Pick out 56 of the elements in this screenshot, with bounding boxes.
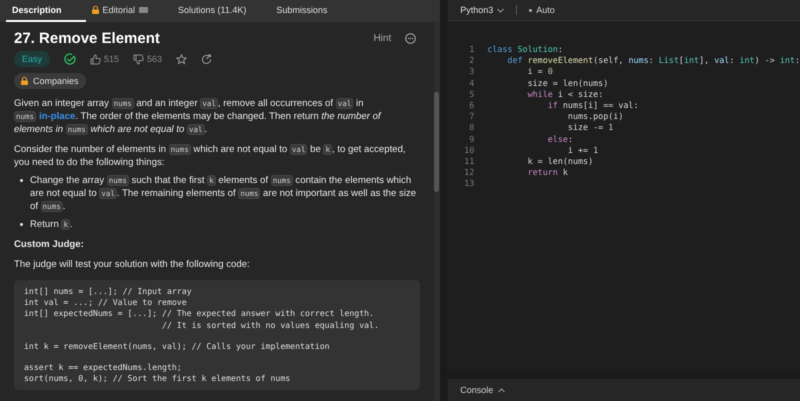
line-number: 4 xyxy=(468,78,476,89)
video-icon xyxy=(139,7,148,13)
code-line: while i < size: xyxy=(526,88,604,100)
console-toggle[interactable]: Console xyxy=(460,385,506,395)
code-line: i += 1 xyxy=(566,144,598,156)
star-icon[interactable] xyxy=(176,54,188,64)
code-line: i = 0 xyxy=(526,66,553,78)
code-line: size = len(nums) xyxy=(526,78,608,89)
tab[interactable]: Editorial xyxy=(86,0,172,22)
lock-icon xyxy=(21,77,28,85)
code-line: size -= 1 xyxy=(566,122,614,134)
tab[interactable]: Solutions (11.4K) xyxy=(172,0,270,22)
bullet-dot xyxy=(529,8,532,12)
thumbs-down-icon xyxy=(133,54,144,64)
line-number: 1 xyxy=(468,44,476,56)
chevron-down-icon xyxy=(497,8,504,12)
difficulty-badge: Easy xyxy=(14,51,50,67)
code-line: else: xyxy=(546,134,573,145)
companies-button[interactable]: Companies xyxy=(14,73,86,89)
bullet-dot xyxy=(20,223,23,226)
code-line: class Solution: xyxy=(487,44,563,56)
in-place-link[interactable]: in-place xyxy=(39,111,76,122)
line-number: 6 xyxy=(468,100,476,112)
line-number: 8 xyxy=(468,122,476,134)
line-number: 7 xyxy=(468,111,476,122)
thumbs-up-icon xyxy=(90,54,102,64)
scrollbar-thumb[interactable] xyxy=(434,92,440,192)
lock-icon xyxy=(92,6,99,14)
hint-button[interactable]: Hint xyxy=(373,32,392,44)
share-icon[interactable] xyxy=(201,54,212,64)
line-number: 11 xyxy=(463,156,476,168)
line-number: 9 xyxy=(468,134,476,145)
code-line: return k xyxy=(526,167,568,178)
code-line: if nums[i] == val: xyxy=(546,100,639,112)
description-paragraph: The judge will test your solution with the following code: xyxy=(14,258,251,271)
mode-label[interactable]: Auto xyxy=(536,5,555,15)
line-number: 2 xyxy=(468,55,476,66)
code-line: def removeElement(self, nums: List[int], val: int) -> int: xyxy=(506,55,800,66)
code-block: int[] nums = [...]; // Input array int val = ...; // Value to remove int[] expectedNums = [...]; // The expected answer with correct length. // It is sorted with no values equaling val. int k = removeElement(nums, val); // Calls your implementation assert k == expectedNums.length; sort(nums, 0, k); // Sort the first k elements of nums xyxy=(14,280,420,390)
more-icon[interactable] xyxy=(405,32,416,44)
line-number: 3 xyxy=(468,66,476,78)
code-line: nums.pop(i) xyxy=(566,111,624,122)
chevron-up-icon xyxy=(498,388,506,392)
dislike-button[interactable]: 563 xyxy=(133,54,162,64)
bullet-dot xyxy=(20,179,23,182)
tab[interactable]: Description xyxy=(6,0,86,22)
language-dropdown[interactable]: Python3 xyxy=(460,5,504,15)
line-number: 10 xyxy=(463,144,476,156)
line-number: 5 xyxy=(468,88,476,100)
line-number: 13 xyxy=(463,178,476,190)
tab[interactable]: Submissions xyxy=(270,0,352,22)
problem-title: 27. Remove Element xyxy=(14,30,160,46)
like-button[interactable]: 515 xyxy=(90,54,120,64)
section-heading: Custom Judge: xyxy=(14,238,85,251)
code-line: k = len(nums) xyxy=(526,156,594,168)
line-number: 12 xyxy=(463,167,476,178)
